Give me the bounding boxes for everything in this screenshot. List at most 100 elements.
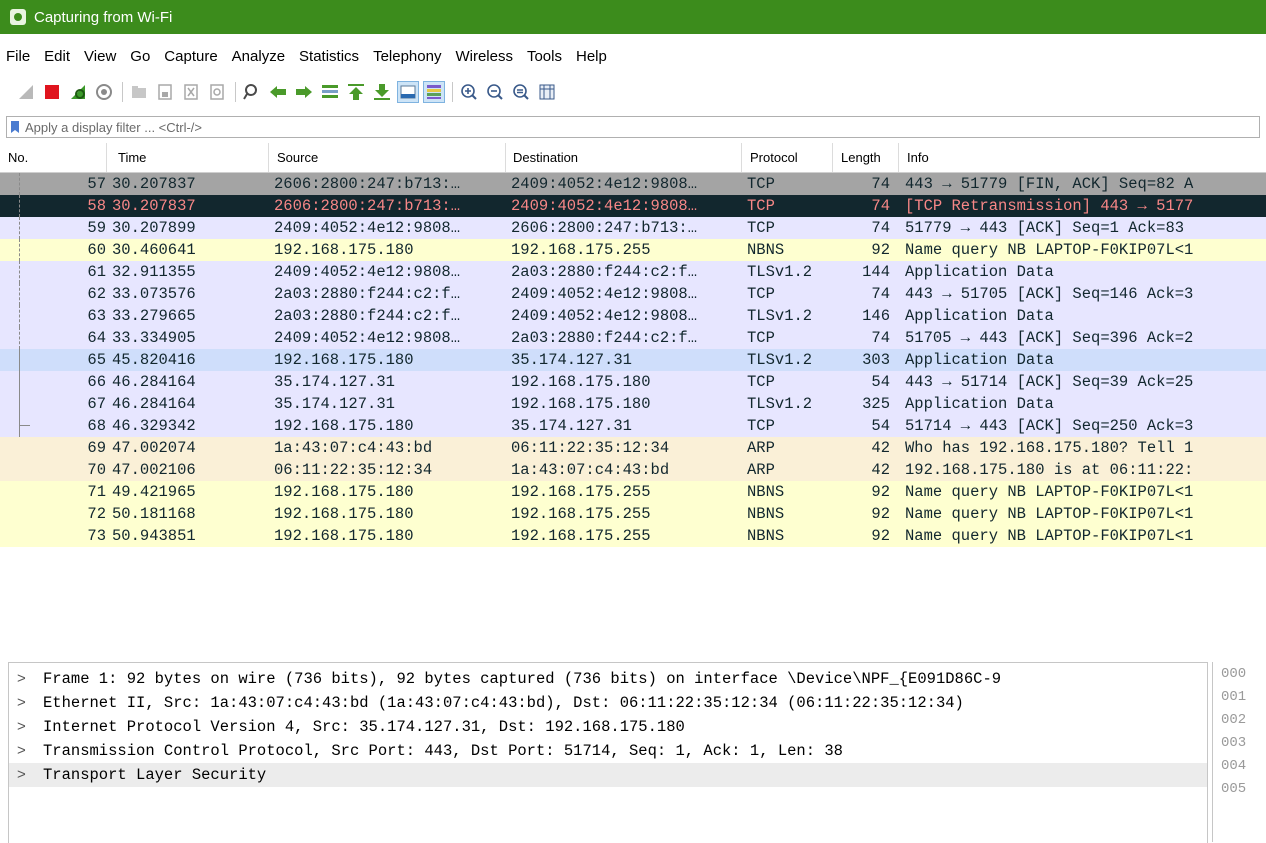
- menu-view[interactable]: View: [84, 48, 116, 65]
- menu-help[interactable]: Help: [576, 48, 607, 65]
- packet-row[interactable]: 73 50.943851 192.168.175.180 192.168.175.25…: [0, 525, 1266, 547]
- packet-row[interactable]: 63 33.279665 2a03:2880:f244:c2:f… 2409:4052…: [0, 305, 1266, 327]
- cell-protocol: TCP: [747, 373, 775, 391]
- expand-arrow-icon[interactable]: >: [17, 670, 26, 687]
- cell-length: 74: [871, 175, 890, 193]
- detail-row-tls[interactable]: > Transport Layer Security: [9, 763, 1207, 787]
- packet-row[interactable]: 67 46.284164 35.174.127.31 192.168.175.180 T…: [0, 393, 1266, 415]
- cell-protocol: TLSv1.2: [747, 395, 813, 413]
- zoom-in-icon[interactable]: [459, 82, 479, 102]
- cell-destination: 35.174.127.31: [511, 351, 632, 369]
- cell-destination: 192.168.175.255: [511, 241, 651, 259]
- go-to-packet-icon[interactable]: [320, 82, 340, 102]
- stop-capture-icon[interactable]: [42, 82, 62, 102]
- first-packet-icon[interactable]: [346, 82, 366, 102]
- display-filter-input[interactable]: [25, 119, 1225, 135]
- go-forward-icon[interactable]: [294, 82, 314, 102]
- menu-statistics[interactable]: Statistics: [299, 48, 359, 65]
- expand-arrow-icon[interactable]: >: [17, 766, 26, 783]
- cell-no: 58: [87, 197, 106, 215]
- cell-info: Name query NB LAPTOP-F0KIP07L<1: [905, 241, 1194, 259]
- cell-info: Who has 192.168.175.180? Tell 1: [905, 439, 1194, 457]
- cell-time: 46.284164: [112, 395, 196, 413]
- packet-row[interactable]: 66 46.284164 35.174.127.31 192.168.175.180 T…: [0, 371, 1266, 393]
- column-header-destination[interactable]: Destination: [513, 150, 578, 165]
- save-file-icon[interactable]: [155, 82, 175, 102]
- cell-time: 50.181168: [112, 505, 196, 523]
- packet-row[interactable]: 64 33.334905 2409:4052:4e12:9808… 2a03:2880…: [0, 327, 1266, 349]
- packet-row[interactable]: 68 46.329342 192.168.175.180 35.174.127.31 T…: [0, 415, 1266, 437]
- menu-file[interactable]: File: [6, 48, 30, 65]
- cell-time: 30.207837: [112, 175, 196, 193]
- detail-row-ipv4[interactable]: > Internet Protocol Version 4, Src: 35.17…: [9, 715, 1207, 739]
- cell-protocol: TCP: [747, 175, 775, 193]
- column-header-protocol[interactable]: Protocol: [750, 150, 798, 165]
- packet-row[interactable]: 57 30.207837 2606:2800:247:b713:… 2409:4052…: [0, 173, 1266, 195]
- packet-row[interactable]: 72 50.181168 192.168.175.180 192.168.175.25…: [0, 503, 1266, 525]
- reload-file-icon[interactable]: [207, 82, 227, 102]
- packet-row[interactable]: 59 30.207899 2409:4052:4e12:9808… 2606:2800…: [0, 217, 1266, 239]
- detail-row-tcp[interactable]: > Transmission Control Protocol, Src Port…: [9, 739, 1207, 763]
- menu-go[interactable]: Go: [130, 48, 150, 65]
- column-header-source[interactable]: Source: [277, 150, 318, 165]
- cell-no: 70: [87, 461, 106, 479]
- close-file-icon[interactable]: [181, 82, 201, 102]
- packet-row[interactable]: 69 47.002074 1a:43:07:c4:43:bd 06:11:22:35:…: [0, 437, 1266, 459]
- open-file-icon[interactable]: [129, 82, 149, 102]
- shark-fin-start-icon[interactable]: [16, 82, 36, 102]
- cell-protocol: NBNS: [747, 527, 785, 545]
- cell-source: 35.174.127.31: [274, 373, 395, 391]
- packet-row[interactable]: 58 30.207837 2606:2800:247:b713:… 2409:4052…: [0, 195, 1266, 217]
- packet-row[interactable]: 65 45.820416 192.168.175.180 35.174.127.31 T…: [0, 349, 1266, 371]
- column-header-length[interactable]: Length: [841, 150, 881, 165]
- packet-list-header: No. Time Source Destination Protocol Len…: [0, 143, 1266, 173]
- menu-analyze[interactable]: Analyze: [232, 48, 285, 65]
- hex-offset: 003: [1221, 735, 1247, 751]
- packet-row[interactable]: 60 30.460641 192.168.175.180 192.168.175.25…: [0, 239, 1266, 261]
- auto-scroll-icon[interactable]: [397, 81, 419, 103]
- cell-protocol: ARP: [747, 461, 775, 479]
- restart-capture-icon[interactable]: [68, 82, 88, 102]
- bookmark-icon[interactable]: [11, 121, 19, 133]
- detail-row-frame[interactable]: > Frame 1: 92 bytes on wire (736 bits), 9…: [9, 667, 1207, 691]
- packet-row[interactable]: 62 33.073576 2a03:2880:f244:c2:f… 2409:4052…: [0, 283, 1266, 305]
- column-header-info[interactable]: Info: [907, 150, 929, 165]
- cell-destination: 192.168.175.255: [511, 483, 651, 501]
- colorize-icon[interactable]: [423, 81, 445, 103]
- normal-size-icon[interactable]: [511, 82, 531, 102]
- find-packet-icon[interactable]: [242, 82, 262, 102]
- toolbar-separator: [235, 82, 236, 102]
- menu-edit[interactable]: Edit: [44, 48, 70, 65]
- last-packet-icon[interactable]: [372, 82, 392, 102]
- zoom-out-icon[interactable]: [485, 82, 505, 102]
- cell-time: 49.421965: [112, 483, 196, 501]
- cell-no: 69: [87, 439, 106, 457]
- cell-protocol: TCP: [747, 417, 775, 435]
- menu-telephony[interactable]: Telephony: [373, 48, 441, 65]
- expand-arrow-icon[interactable]: >: [17, 742, 26, 759]
- cell-source: 2606:2800:247:b713:…: [274, 197, 461, 215]
- cell-source: 192.168.175.180: [274, 241, 414, 259]
- column-divider: [832, 143, 833, 172]
- column-header-no[interactable]: No.: [8, 150, 28, 165]
- expand-arrow-icon[interactable]: >: [17, 718, 26, 735]
- cell-time: 45.820416: [112, 351, 196, 369]
- cell-info: Name query NB LAPTOP-F0KIP07L<1: [905, 505, 1194, 523]
- menu-capture[interactable]: Capture: [164, 48, 217, 65]
- packet-row[interactable]: 61 32.911355 2409:4052:4e12:9808… 2a03:2880…: [0, 261, 1266, 283]
- column-header-time[interactable]: Time: [118, 150, 146, 165]
- cell-source: 2409:4052:4e12:9808…: [274, 263, 461, 281]
- menu-tools[interactable]: Tools: [527, 48, 562, 65]
- cell-info: 51714 → 443 [ACK] Seq=250 Ack=3: [905, 417, 1194, 435]
- menu-wireless[interactable]: Wireless: [455, 48, 513, 65]
- packet-row[interactable]: 70 47.002106 06:11:22:35:12:34 1a:43:07:c4:…: [0, 459, 1266, 481]
- expand-arrow-icon[interactable]: >: [17, 694, 26, 711]
- cell-source: 192.168.175.180: [274, 527, 414, 545]
- packet-row[interactable]: 71 49.421965 192.168.175.180 192.168.175.25…: [0, 481, 1266, 503]
- resize-columns-icon[interactable]: [537, 82, 557, 102]
- cell-info: Name query NB LAPTOP-F0KIP07L<1: [905, 483, 1194, 501]
- go-back-icon[interactable]: [268, 82, 288, 102]
- cell-source: 35.174.127.31: [274, 395, 395, 413]
- capture-options-icon[interactable]: [94, 82, 114, 102]
- detail-row-ethernet[interactable]: > Ethernet II, Src: 1a:43:07:c4:43:bd (1a…: [9, 691, 1207, 715]
